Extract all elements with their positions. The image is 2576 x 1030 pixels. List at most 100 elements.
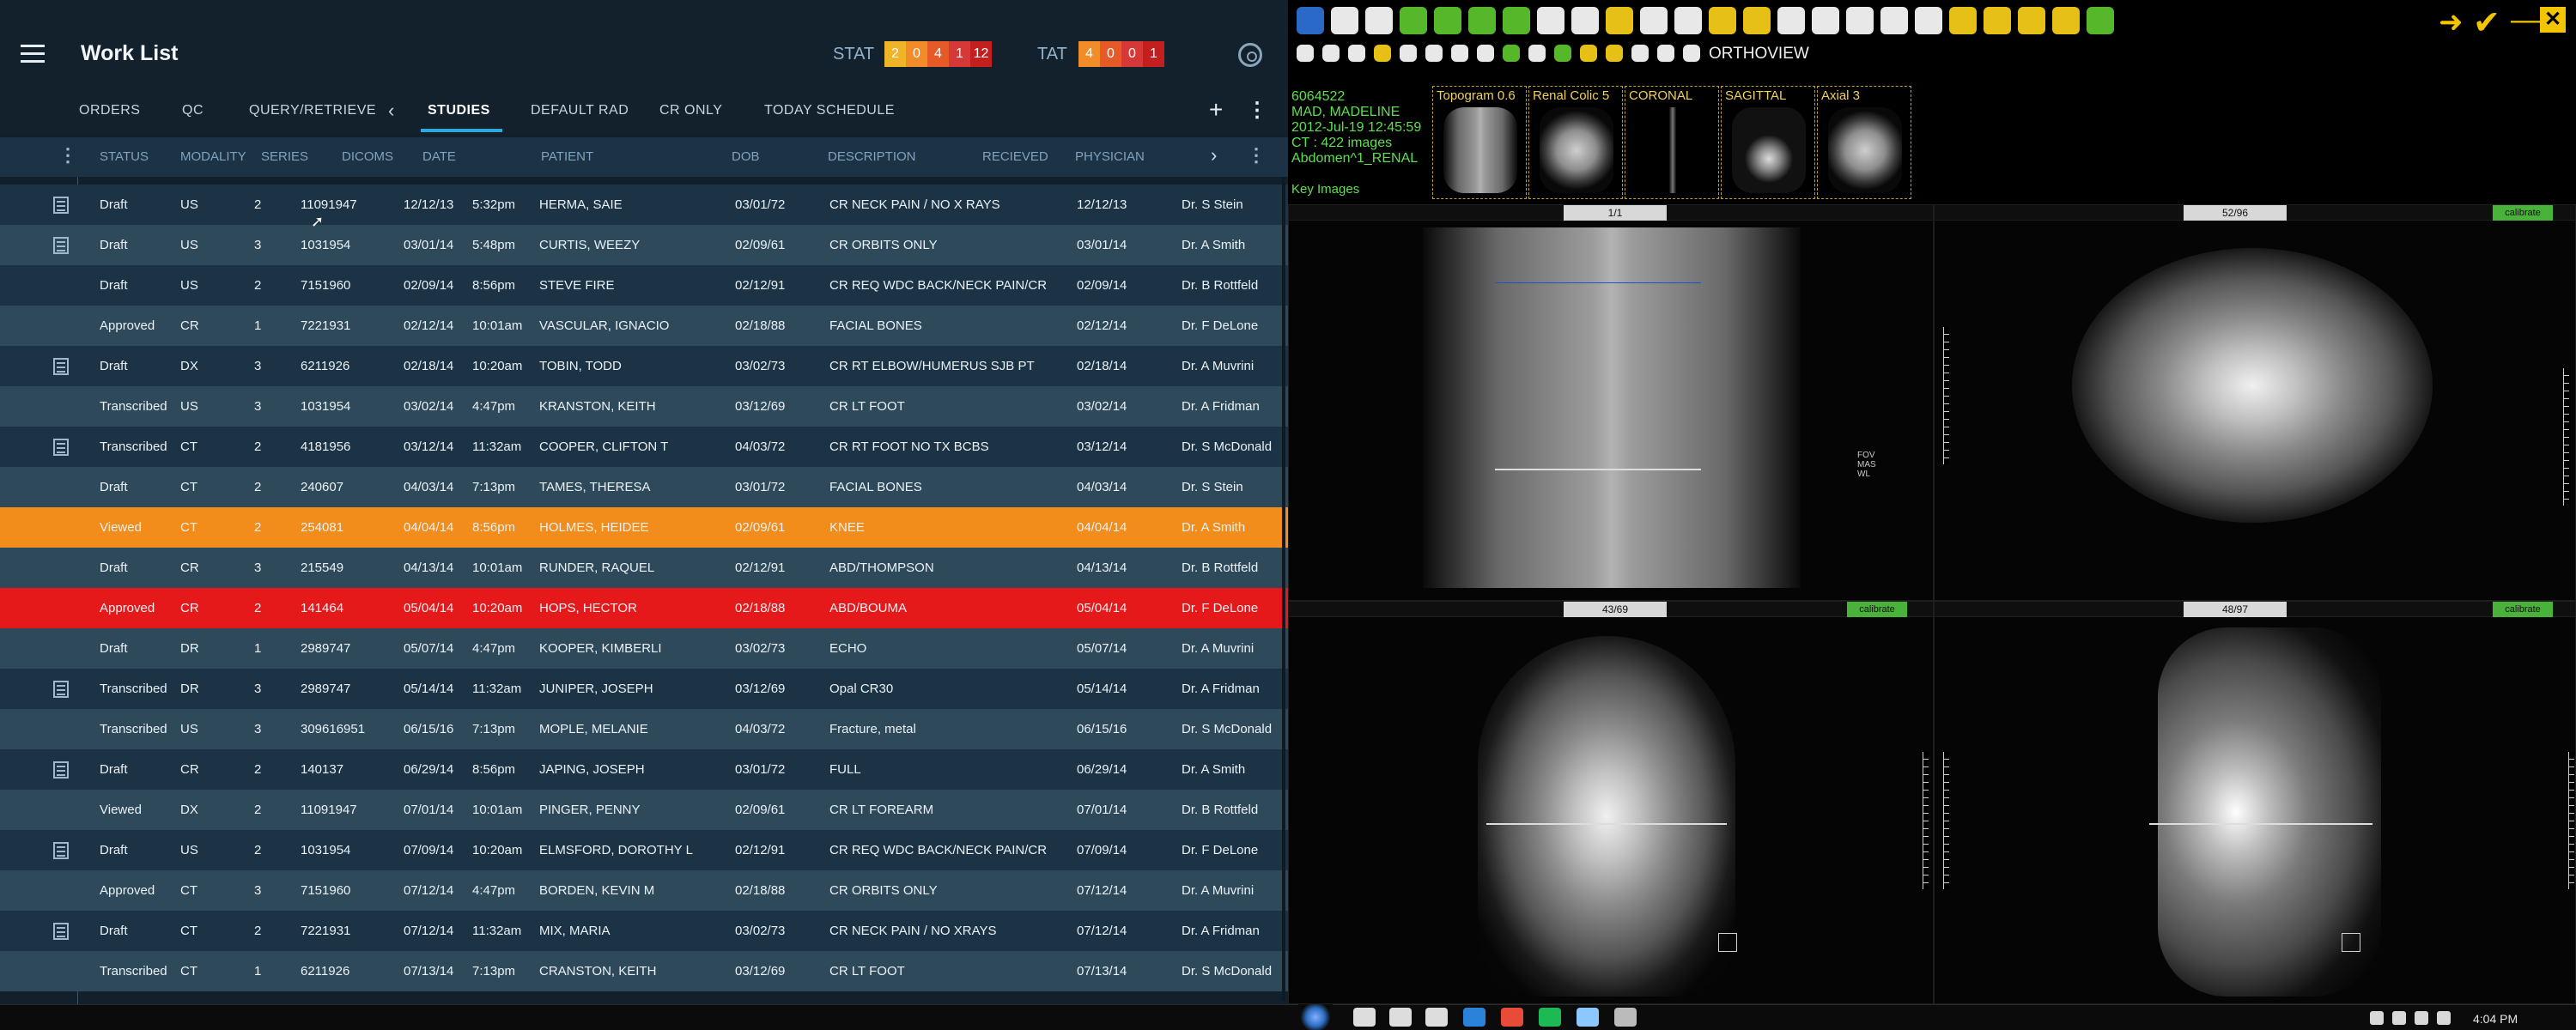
table-row[interactable]: Approved CT 3 7151960 07/12/14 4:47pm BORDEN, …	[0, 870, 1288, 911]
rotate-right-icon[interactable]	[1434, 7, 1461, 34]
document-icon[interactable]	[1606, 7, 1633, 34]
task-view-icon[interactable]	[1389, 1008, 1412, 1027]
close-icon[interactable]: ✕	[2540, 7, 2566, 33]
header-status[interactable]: STATUS	[100, 149, 149, 164]
series-thumbnail[interactable]: Renal Colic 5	[1528, 86, 1623, 199]
header-dob[interactable]: DOB	[732, 149, 760, 164]
chevron-left-icon[interactable]: ‹	[388, 100, 394, 122]
dm-icon[interactable]	[1984, 7, 2011, 34]
search-icon[interactable]	[1353, 1008, 1376, 1027]
series-thumbnail[interactable]: Topogram 0.6	[1432, 86, 1527, 199]
crosshair-icon[interactable]	[1640, 7, 1668, 34]
note-icon[interactable]	[53, 842, 69, 859]
pencil-icon[interactable]	[1709, 7, 1736, 34]
table-row[interactable]: Transcribed CT 2 4181956 03/12/14 11:32am COOP…	[0, 427, 1288, 467]
header-received[interactable]: RECIEVED	[982, 149, 1048, 164]
note-icon[interactable]	[53, 197, 69, 214]
header-modality[interactable]: MODALITY	[180, 149, 246, 164]
more-vertical-icon[interactable]: ⋮	[1247, 144, 1266, 167]
table-row[interactable]: Approved CR 1 7221931 02/12/14 10:01am VASCULA…	[0, 306, 1288, 346]
more-vertical-icon[interactable]: ⋮	[58, 144, 77, 167]
app-icon[interactable]	[1614, 1008, 1637, 1027]
table-row[interactable]: Draft CT 2 7221931 07/12/14 11:32am MIX, MARIA…	[0, 911, 1288, 951]
flip-icon[interactable]	[1468, 7, 1496, 34]
reset-icon[interactable]	[1503, 7, 1530, 34]
grid-icon[interactable]	[1451, 45, 1468, 62]
table-row[interactable]: Draft CR 2 140137 06/29/14 8:56pm JAPING, JOSE…	[0, 749, 1288, 790]
grid-icon[interactable]	[1477, 45, 1494, 62]
note-icon[interactable]	[53, 761, 69, 779]
grid-icon[interactable]	[1322, 45, 1340, 62]
table-row[interactable]: Transcribed DR 3 2989747 05/14/14 11:32am JUNI…	[0, 669, 1288, 709]
more-vertical-icon[interactable]: ⋮	[1247, 98, 1267, 123]
layer-icon[interactable]	[1580, 45, 1597, 62]
tab-qc[interactable]: QC	[182, 103, 204, 118]
note-icon[interactable]	[53, 923, 69, 940]
shape-icon[interactable]	[1949, 7, 1977, 34]
arrow-right-icon[interactable]: ➜	[2439, 5, 2464, 39]
add-icon[interactable]: +	[1209, 96, 1223, 124]
table-row[interactable]: Draft US 2 11091947 12/12/13 5:32pm HERMA, SAI…	[0, 185, 1288, 225]
tab-default-rad[interactable]: DEFAULT RAD	[531, 103, 629, 118]
table-row[interactable]: Approved CR 2 141464 05/04/14 10:20am HOPS, HE…	[0, 588, 1288, 628]
vertical-scrollbar[interactable]	[1282, 177, 1285, 1001]
table-row[interactable]: Transcribed US 3 1031954 03/02/14 4:47pm KRANS…	[0, 386, 1288, 427]
internet-explorer-icon[interactable]	[1463, 1008, 1485, 1027]
link-icon[interactable]	[2018, 7, 2045, 34]
calibrate-button[interactable]: calibrate	[1847, 602, 1907, 617]
calibrate-button[interactable]: calibrate	[2493, 205, 2553, 221]
note-icon[interactable]	[53, 439, 69, 456]
tab-query-retrieve[interactable]: QUERY/RETRIEVE	[249, 103, 376, 118]
ellipse-icon[interactable]	[1915, 7, 1942, 34]
image-icon[interactable]	[1374, 45, 1391, 62]
series-thumbnail[interactable]: Axial 3	[1817, 86, 1911, 199]
zoom-icon[interactable]	[1571, 7, 1599, 34]
tag-icon[interactable]	[1606, 45, 1623, 62]
table-row[interactable]: Draft US 2 1031954 07/09/14 10:20am ELMSFORD, …	[0, 830, 1288, 870]
header-series[interactable]: SERIES	[261, 149, 308, 164]
table-row[interactable]: Draft DX 3 6211926 02/18/14 10:20am TOBIN, TOD…	[0, 346, 1288, 386]
viewport-topogram[interactable]: 1/1 FOV MAS WL	[1288, 204, 1934, 601]
line-tool-icon[interactable]	[1777, 7, 1805, 34]
print-icon[interactable]	[1683, 45, 1700, 62]
mpr-icon[interactable]	[1631, 45, 1649, 62]
app-icon[interactable]	[1577, 1008, 1599, 1027]
chevron-right-icon[interactable]: ›	[1211, 144, 1217, 167]
viewport-sagittal[interactable]: 48/97 calibrate	[1934, 601, 2576, 1004]
table-row[interactable]: Draft US 3 1031954 03/01/14 5:48pm CURTIS, WEE…	[0, 225, 1288, 265]
viewport-axial[interactable]: 52/96 calibrate	[1934, 204, 2576, 601]
scale-icon[interactable]	[1537, 7, 1564, 34]
viewport-coronal[interactable]: 43/69 calibrate	[1288, 601, 1934, 1004]
table-row[interactable]: Draft DR 1 2989747 05/07/14 4:47pm KOOPER, KIM…	[0, 628, 1288, 669]
tray-icon[interactable]	[2370, 1011, 2384, 1025]
series-thumbnail[interactable]: SAGITTAL	[1721, 86, 1815, 199]
spotify-icon[interactable]	[1539, 1008, 1561, 1027]
grid-icon[interactable]	[1425, 45, 1443, 62]
annotation-icon[interactable]	[1743, 7, 1771, 34]
note-icon[interactable]	[53, 681, 69, 698]
text-icon[interactable]	[1880, 7, 1908, 34]
hu-icon[interactable]	[1674, 7, 1702, 34]
minimize-icon[interactable]: —	[2511, 3, 2540, 37]
tab-orders[interactable]: ORDERS	[79, 103, 140, 118]
header-dicoms[interactable]: DICOMS	[342, 149, 393, 164]
layout-icon[interactable]	[1297, 45, 1314, 62]
note-icon[interactable]	[53, 358, 69, 375]
table-row[interactable]: Transcribed US 3 309616951 06/15/16 7:13pm MOP…	[0, 709, 1288, 749]
auto-link-icon[interactable]	[2052, 7, 2080, 34]
series-thumbnail[interactable]: CORONAL	[1625, 86, 1719, 199]
freehand-roi-icon[interactable]	[1846, 7, 1874, 34]
settings-icon[interactable]	[1425, 1008, 1448, 1027]
rotate-left-icon[interactable]	[1400, 7, 1427, 34]
header-description[interactable]: DESCRIPTION	[828, 149, 916, 164]
note-icon[interactable]	[53, 237, 69, 254]
menu-icon[interactable]	[21, 45, 45, 64]
calibrate-button[interactable]: calibrate	[2493, 602, 2553, 617]
grid-icon[interactable]	[1400, 45, 1417, 62]
pointer-icon[interactable]	[1365, 7, 1393, 34]
volume-icon[interactable]	[2437, 1011, 2451, 1025]
sync-icon[interactable]	[1503, 45, 1520, 62]
refresh-icon[interactable]	[1554, 45, 1571, 62]
table-row[interactable]: Draft US 2 7151960 02/09/14 8:56pm STEVE FIRE 0…	[0, 265, 1288, 306]
roi-icon[interactable]	[1812, 7, 1839, 34]
